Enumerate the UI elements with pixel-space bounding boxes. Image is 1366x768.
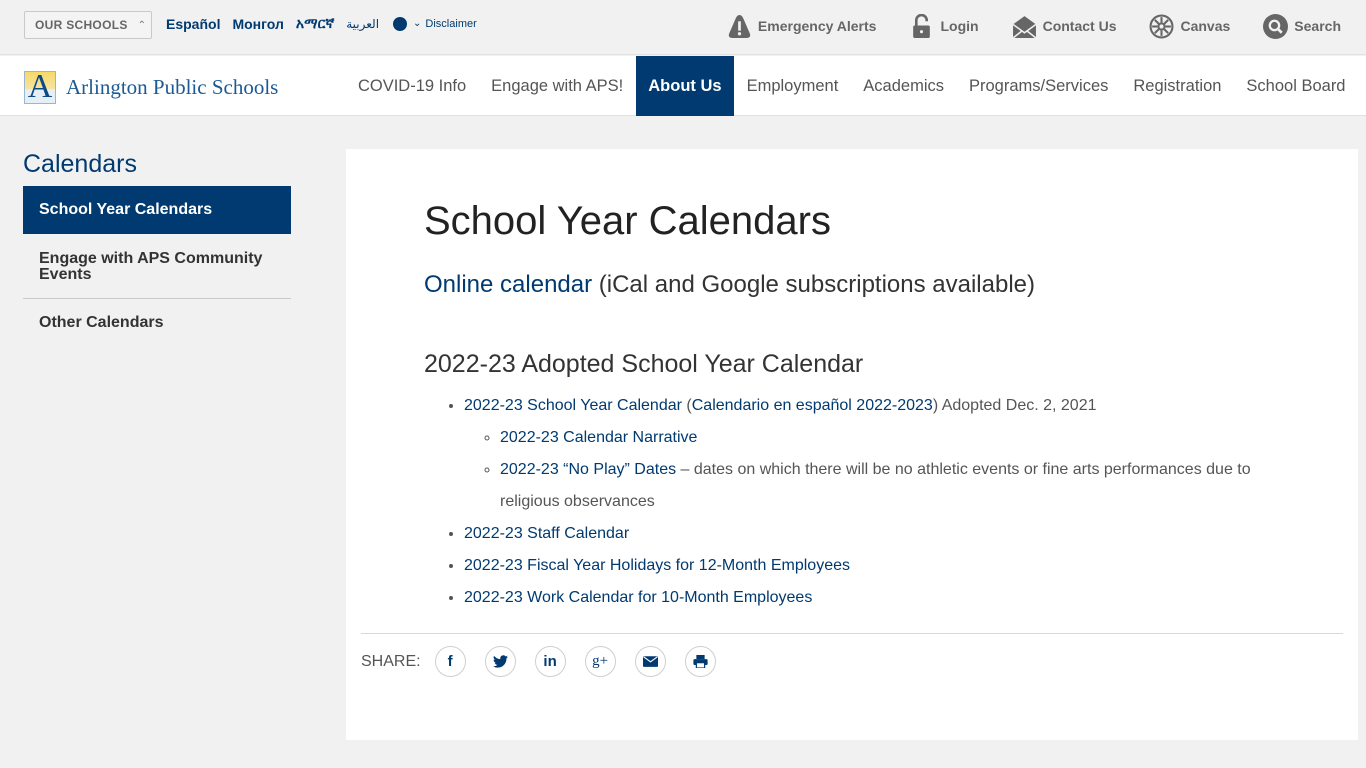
share-google-plus-button[interactable]: g+ xyxy=(584,646,616,677)
facebook-icon: f xyxy=(447,653,453,670)
google-plus-icon: g+ xyxy=(592,653,609,669)
sidebar-title: Calendars xyxy=(23,150,137,178)
paren-text: ( xyxy=(681,397,692,414)
chevron-up-icon: ⌃ xyxy=(137,19,147,31)
site-logo[interactable]: A Arlington Public Schools xyxy=(24,69,279,105)
login-link[interactable]: Login xyxy=(909,13,979,39)
canvas-icon xyxy=(1150,14,1174,38)
emergency-alerts-link[interactable]: Emergency Alerts xyxy=(727,14,877,39)
search-label: Search xyxy=(1294,18,1341,34)
contact-us-label: Contact Us xyxy=(1042,18,1117,34)
contact-us-link[interactable]: Contact Us xyxy=(1012,14,1117,39)
main-nav: COVID-19 Info Engage with APS! About Us … xyxy=(345,56,1358,116)
canvas-link[interactable]: Canvas xyxy=(1149,14,1230,39)
lock-icon xyxy=(913,13,931,38)
canvas-label: Canvas xyxy=(1180,18,1231,34)
sidebar-item-other-calendars[interactable]: Other Calendars xyxy=(23,299,291,332)
list-item: 2022-23 “No Play” Dates – dates on which… xyxy=(500,454,1284,518)
globe-icon[interactable] xyxy=(393,16,408,31)
share-print-button[interactable] xyxy=(684,646,716,677)
sidebar: Calendars School Year Calendars Engage w… xyxy=(23,148,291,332)
work-calendar-link[interactable]: 2022-23 Work Calendar for 10-Month Emplo… xyxy=(464,589,812,606)
fiscal-year-holidays-link[interactable]: 2022-23 Fiscal Year Holidays for 12-Mont… xyxy=(464,557,850,574)
search-icon xyxy=(1263,13,1289,39)
online-calendar-link[interactable]: Online calendar xyxy=(424,271,592,298)
warning-icon xyxy=(728,14,751,38)
envelope-icon xyxy=(1012,15,1037,39)
share-twitter-button[interactable] xyxy=(484,646,516,677)
adopted-text: ) Adopted Dec. 2, 2021 xyxy=(932,397,1097,414)
our-schools-button[interactable]: OUR SCHOOLS ⌃ xyxy=(24,11,152,39)
staff-calendar-link[interactable]: 2022-23 Staff Calendar xyxy=(464,525,629,542)
nav-engage-with-aps[interactable]: Engage with APS! xyxy=(479,56,636,116)
language-links: Español Монгол አማርኛ العربية ⌄ Disclaimer xyxy=(166,15,477,32)
our-schools-label: OUR SCHOOLS xyxy=(35,18,128,32)
nav-programs-services[interactable]: Programs/Services xyxy=(957,56,1121,116)
chevron-down-icon: ⌄ xyxy=(413,18,422,29)
list-item: 2022-23 School Year Calendar (Calendario… xyxy=(464,390,1284,518)
list-item: 2022-23 Staff Calendar xyxy=(464,518,1284,550)
logo-text: Arlington Public Schools xyxy=(66,75,279,99)
disclaimer-label: Disclaimer xyxy=(425,17,477,30)
emergency-alerts-label: Emergency Alerts xyxy=(757,18,877,34)
nav-about-us[interactable]: About Us xyxy=(635,56,735,116)
lang-mongolian[interactable]: Монгол xyxy=(232,16,283,32)
nav-school-board[interactable]: School Board xyxy=(1234,56,1358,116)
divider xyxy=(361,633,1343,634)
share-facebook-button[interactable]: f xyxy=(434,646,466,677)
login-label: Login xyxy=(940,18,979,34)
school-year-calendar-link[interactable]: 2022-23 School Year Calendar xyxy=(464,397,682,414)
lang-amharic[interactable]: አማርኛ xyxy=(296,15,334,32)
content-card: School Year Calendars Online calendar (i… xyxy=(346,149,1358,740)
calendar-list: 2022-23 School Year Calendar (Calendario… xyxy=(424,390,1284,614)
utility-bar: OUR SCHOOLS ⌃ Español Монгол አማርኛ العربي… xyxy=(0,0,1366,55)
page-title: School Year Calendars xyxy=(424,199,831,243)
intro-paragraph: Online calendar (iCal and Google subscri… xyxy=(424,271,1035,299)
section-title: 2022-23 Adopted School Year Calendar xyxy=(424,350,864,378)
list-item: 2022-23 Calendar Narrative xyxy=(500,422,1284,454)
nav-academics[interactable]: Academics xyxy=(851,56,957,116)
no-play-dates-link[interactable]: 2022-23 “No Play” Dates xyxy=(500,461,676,478)
list-item: 2022-23 Fiscal Year Holidays for 12-Mont… xyxy=(464,550,1284,582)
logo-mark: A xyxy=(24,69,56,105)
lang-arabic[interactable]: العربية xyxy=(346,17,379,31)
sidebar-item-engage-community-events[interactable]: Engage with APS Community Events xyxy=(23,234,291,299)
linkedin-icon: in xyxy=(543,653,557,670)
lang-spanish[interactable]: Español xyxy=(166,16,220,32)
nav-covid-19-info[interactable]: COVID-19 Info xyxy=(345,56,478,116)
main-header: A Arlington Public Schools COVID-19 Info… xyxy=(0,56,1366,116)
email-icon xyxy=(642,656,658,667)
share-email-button[interactable] xyxy=(634,646,666,677)
disclaimer-toggle[interactable]: ⌄ Disclaimer xyxy=(413,18,477,30)
utility-links: Emergency Alerts Login Contact Us Canvas… xyxy=(727,0,1366,52)
twitter-icon xyxy=(492,655,508,668)
list-item: 2022-23 Work Calendar for 10-Month Emplo… xyxy=(464,582,1284,614)
search-link[interactable]: Search xyxy=(1263,13,1341,39)
spanish-calendar-link[interactable]: Calendario en español 2022-2023 xyxy=(692,397,933,414)
nav-employment[interactable]: Employment xyxy=(734,56,851,116)
intro-text: (iCal and Google subscriptions available… xyxy=(592,271,1036,298)
sidebar-item-school-year-calendars[interactable]: School Year Calendars xyxy=(23,186,291,234)
nav-registration[interactable]: Registration xyxy=(1121,56,1234,116)
share-bar: SHARE: f in g+ xyxy=(361,646,735,677)
print-icon xyxy=(692,655,708,668)
share-label: SHARE: xyxy=(361,652,421,670)
calendar-narrative-link[interactable]: 2022-23 Calendar Narrative xyxy=(500,429,697,446)
share-linkedin-button[interactable]: in xyxy=(534,646,566,677)
